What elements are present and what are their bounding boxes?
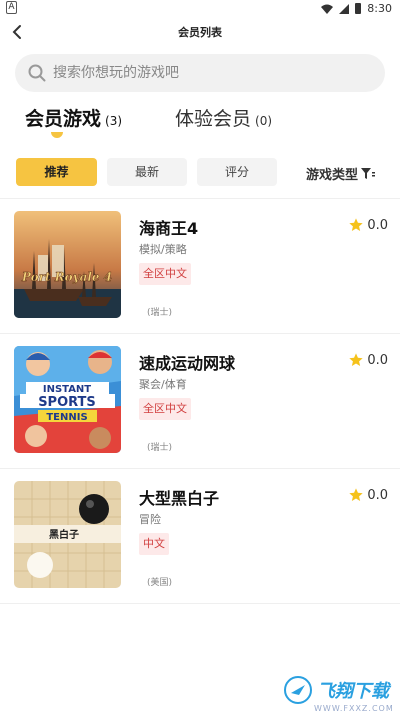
rating-value: 0.0 [367, 487, 388, 503]
tab-count: (3) [105, 114, 123, 128]
nav-bar: 会员列表 [0, 18, 400, 48]
rating-value: 0.0 [367, 217, 388, 233]
search-icon [28, 64, 46, 82]
game-item[interactable]: 黑白子 大型黑白子 冒险 中文 (美国) 0.0 [0, 469, 400, 604]
game-thumbnail: Port Royale 4 [14, 211, 121, 318]
filter-rating[interactable]: 评分 [197, 158, 277, 186]
tab-member-games[interactable]: 会员游戏 (3) [25, 104, 122, 131]
game-genre: 聚会/体育 [139, 378, 187, 391]
watermark-url: WWW.FXXZ.COM [314, 704, 394, 713]
battery-icon [355, 3, 362, 14]
search-bar[interactable] [15, 54, 385, 92]
page-title: 会员列表 [178, 26, 222, 39]
tab-bar: 会员游戏 (3) 体验会员 (0) [0, 104, 400, 144]
game-region: (瑞士) [147, 443, 173, 453]
app-notification-icon: A [6, 1, 17, 14]
star-icon [349, 218, 363, 231]
game-name: 大型黑白子 [139, 489, 220, 508]
filter-bar: 推荐 最新 评分 游戏类型 [0, 158, 400, 186]
thumbnail-title-2: SPORTS [38, 395, 96, 410]
watermark-logo-icon [284, 676, 312, 704]
thumbnail-title: 黑白子 [49, 528, 79, 541]
game-genre: 模拟/策略 [139, 243, 187, 256]
language-tag: 全区中文 [139, 398, 191, 420]
status-bar: A 8:30 [0, 0, 400, 18]
thumbnail-title-3: TENNIS [46, 412, 87, 423]
game-rating: 0.0 [348, 217, 388, 233]
game-region: (瑞士) [147, 308, 173, 318]
search-input[interactable] [53, 54, 373, 92]
game-thumbnail: INSTANT SPORTS TENNIS [14, 346, 121, 453]
thumbnail-title: Port Royale 4 [21, 270, 112, 284]
game-rating: 0.0 [348, 352, 388, 368]
game-name: 海商王4 [139, 219, 199, 238]
tab-count: (0) [255, 114, 273, 128]
game-rating: 0.0 [348, 487, 388, 503]
divider [0, 603, 400, 604]
filter-newest[interactable]: 最新 [107, 158, 187, 186]
game-type-label: 游戏类型 [306, 168, 359, 183]
game-item[interactable]: INSTANT SPORTS TENNIS 速成运动网球 聚会/体育 全区中文 … [0, 334, 400, 469]
game-type-filter[interactable]: 游戏类型 [306, 164, 376, 183]
language-tag: 中文 [139, 533, 169, 555]
filter-icon [361, 167, 376, 179]
tab-label: 体验会员 [175, 108, 252, 130]
game-item[interactable]: Port Royale 4 海商王4 模拟/策略 全区中文 (瑞士) 0.0 [0, 199, 400, 334]
rating-value: 0.0 [367, 352, 388, 368]
watermark-text: 飞翔下载 [317, 681, 389, 702]
star-icon [349, 353, 363, 366]
wifi-icon [321, 4, 334, 14]
game-name: 速成运动网球 [139, 354, 236, 373]
game-thumbnail: 黑白子 [14, 481, 121, 588]
status-icons: 8:30 [321, 2, 392, 15]
filter-recommended[interactable]: 推荐 [16, 158, 97, 186]
language-tag: 全区中文 [139, 263, 191, 285]
game-genre: 冒险 [139, 513, 161, 526]
thumbnail-title-1: INSTANT [43, 384, 91, 395]
status-time: 8:30 [367, 2, 392, 15]
watermark: 飞翔下载 [283, 675, 389, 705]
game-region: (美国) [147, 578, 173, 588]
tab-label: 会员游戏 [25, 108, 102, 130]
tab-trial-members[interactable]: 体验会员 (0) [175, 104, 272, 131]
signal-icon [339, 3, 350, 14]
star-icon [349, 488, 363, 501]
